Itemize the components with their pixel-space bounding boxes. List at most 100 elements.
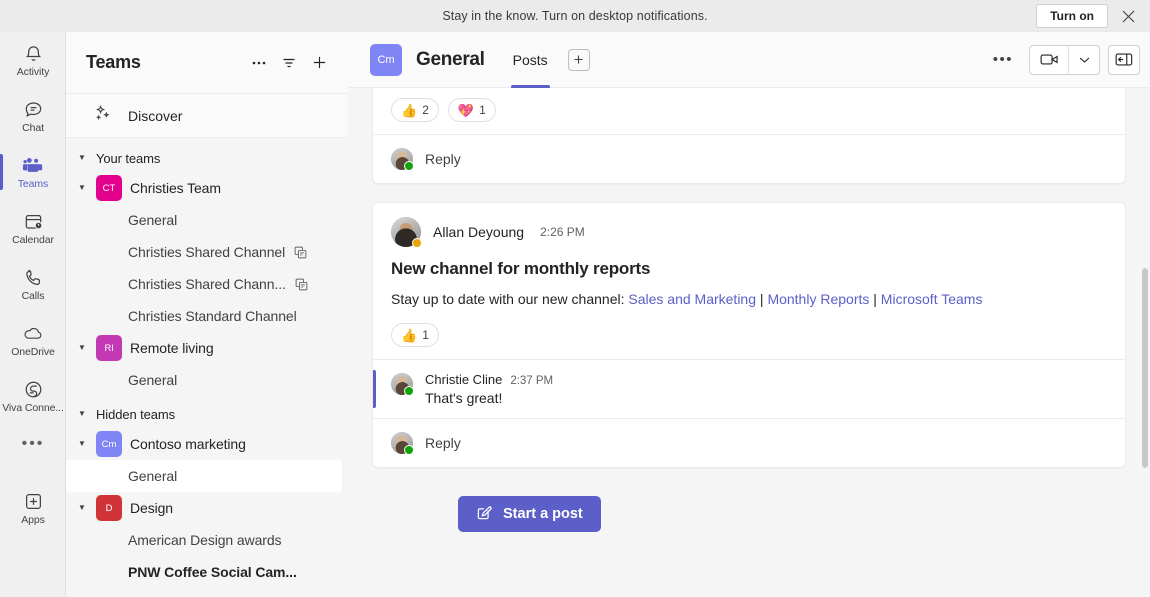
chat-icon xyxy=(23,98,44,120)
group-header-your-teams[interactable]: ▼ Your teams xyxy=(66,144,348,172)
more-options-icon[interactable]: ••• xyxy=(985,51,1021,68)
teams-tree: ▼ Your teams ▼ CT Christies Team General… xyxy=(66,138,348,597)
meet-button-group xyxy=(1029,45,1100,75)
chevron-down-icon[interactable]: ▼ xyxy=(78,344,88,352)
reply-label: Reply xyxy=(425,151,461,167)
notification-banner-actions: Turn on xyxy=(1036,0,1142,32)
more-options-icon[interactable] xyxy=(244,48,274,78)
add-team-icon[interactable] xyxy=(304,48,334,78)
chevron-down-icon[interactable]: ▼ xyxy=(78,184,88,192)
rail-item-chat[interactable]: Chat xyxy=(0,88,66,144)
avatar: D xyxy=(96,495,122,521)
rail-item-teams[interactable]: Teams xyxy=(0,144,66,200)
app-rail: Activity Chat Teams xyxy=(0,32,66,597)
apps-plus-icon xyxy=(23,490,44,512)
post-link-monthly-reports[interactable]: Monthly Reports xyxy=(767,291,869,307)
channel-row[interactable]: General xyxy=(66,364,342,396)
start-a-post-button[interactable]: Start a post xyxy=(458,496,601,532)
reply-message[interactable]: Christie Cline 2:37 PM That's great! xyxy=(373,360,1125,418)
reply-label: Reply xyxy=(425,435,461,451)
reply-timestamp: 2:37 PM xyxy=(510,375,553,387)
chevron-down-icon[interactable]: ▼ xyxy=(78,440,88,448)
thread-scroll-area[interactable]: 👍 2 💖 1 Reply xyxy=(348,88,1150,597)
reply-meta: Christie Cline 2:37 PM xyxy=(425,372,553,387)
chevron-down-icon[interactable] xyxy=(1069,45,1099,75)
avatar[interactable] xyxy=(391,217,421,247)
discover-button[interactable]: Discover xyxy=(66,94,348,138)
video-camera-icon[interactable] xyxy=(1030,45,1068,75)
scrollbar-thumb[interactable] xyxy=(1142,268,1148,468)
post-link-sales-and-marketing[interactable]: Sales and Marketing xyxy=(628,291,756,307)
team-name: Christies Team xyxy=(130,180,221,196)
rail-label-activity: Activity xyxy=(17,66,49,78)
reply-button[interactable]: Reply xyxy=(373,419,1125,467)
thumbs-up-reaction[interactable]: 👍 2 xyxy=(391,98,439,122)
page-title: Teams xyxy=(86,52,244,73)
phone-icon xyxy=(23,266,44,288)
avatar xyxy=(391,373,413,395)
link-separator: | xyxy=(756,291,767,307)
channel-row[interactable]: American Design awards xyxy=(66,524,342,556)
group-label: Your teams xyxy=(96,151,160,166)
filter-icon[interactable] xyxy=(274,48,304,78)
avatar xyxy=(391,432,413,454)
turn-on-notifications-button[interactable]: Turn on xyxy=(1036,4,1108,28)
channel-name: General xyxy=(128,468,177,484)
channel-row[interactable]: General xyxy=(66,204,342,236)
discover-sparkle-icon xyxy=(94,104,112,127)
team-row-christies-team[interactable]: ▼ CT Christies Team xyxy=(66,172,348,204)
team-name: Contoso marketing xyxy=(130,436,246,452)
reaction-bar: 👍 2 💖 1 xyxy=(373,88,1125,134)
add-tab-icon[interactable] xyxy=(568,49,590,71)
presence-available-badge xyxy=(404,445,414,455)
channel-avatar: Cm xyxy=(370,44,402,76)
post-subject: New channel for monthly reports xyxy=(373,253,1125,281)
channel-row[interactable]: PNW Coffee Social Cam... xyxy=(66,556,342,588)
link-separator: | xyxy=(869,291,880,307)
heart-icon: 💖 xyxy=(458,104,474,117)
bell-icon xyxy=(23,42,44,64)
post-link-microsoft-teams[interactable]: Microsoft Teams xyxy=(881,291,983,307)
channel-row[interactable]: Christies Shared Chann... xyxy=(66,268,342,300)
post-author: Allan Deyoung xyxy=(433,224,524,240)
close-icon[interactable] xyxy=(1114,2,1142,30)
channel-row[interactable]: Christies Shared Channel xyxy=(66,236,342,268)
thread-scrollbar[interactable] xyxy=(1142,88,1148,597)
team-row-remote-living[interactable]: ▼ Rl Remote living xyxy=(66,332,348,364)
start-a-post-label: Start a post xyxy=(503,506,583,522)
rail-item-activity[interactable]: Activity xyxy=(0,32,66,88)
channel-name: PNW Coffee Social Cam... xyxy=(128,564,297,580)
post-card-clipped: 👍 2 💖 1 Reply xyxy=(372,88,1126,184)
group-label: Hidden teams xyxy=(96,407,175,422)
rail-item-calls[interactable]: Calls xyxy=(0,256,66,312)
rail-item-onedrive[interactable]: OneDrive xyxy=(0,312,66,368)
more-icon[interactable]: ••• xyxy=(0,424,66,464)
thumbs-up-icon: 👍 xyxy=(401,329,417,342)
channel-header: Cm General Posts ••• xyxy=(348,32,1150,88)
reaction-count: 1 xyxy=(422,328,429,342)
shared-channel-icon xyxy=(295,278,308,291)
channel-row-selected[interactable]: General xyxy=(66,460,342,492)
rail-label-calls: Calls xyxy=(22,290,45,302)
see-all-channels-link[interactable]: See all channels xyxy=(66,588,342,597)
chevron-down-icon[interactable]: ▼ xyxy=(78,504,88,512)
heart-reaction[interactable]: 💖 1 xyxy=(448,98,496,122)
group-header-hidden-teams[interactable]: ▼ Hidden teams xyxy=(66,400,348,428)
cloud-icon xyxy=(22,322,44,344)
presence-away-badge xyxy=(412,238,422,248)
post-body: Stay up to date with our new channel: Sa… xyxy=(373,281,1125,323)
reply-button[interactable]: Reply xyxy=(373,135,1125,183)
reply-author: Christie Cline xyxy=(425,372,502,387)
thumbs-up-reaction[interactable]: 👍 1 xyxy=(391,323,439,347)
tab-posts[interactable]: Posts xyxy=(507,32,554,88)
rail-item-apps[interactable]: Apps xyxy=(0,480,66,536)
reaction-count: 2 xyxy=(422,103,429,117)
team-row-contoso-marketing[interactable]: ▼ Cm Contoso marketing xyxy=(66,428,348,460)
open-chat-panel-icon[interactable] xyxy=(1108,45,1140,75)
post-header: Allan Deyoung 2:26 PM xyxy=(373,203,1125,253)
team-row-design[interactable]: ▼ D Design xyxy=(66,492,348,524)
channel-row[interactable]: Christies Standard Channel xyxy=(66,300,342,332)
rail-item-viva-connections[interactable]: Viva Conne... xyxy=(0,368,66,424)
rail-item-calendar[interactable]: Calendar xyxy=(0,200,66,256)
notification-message: Stay in the know. Turn on desktop notifi… xyxy=(442,9,707,23)
